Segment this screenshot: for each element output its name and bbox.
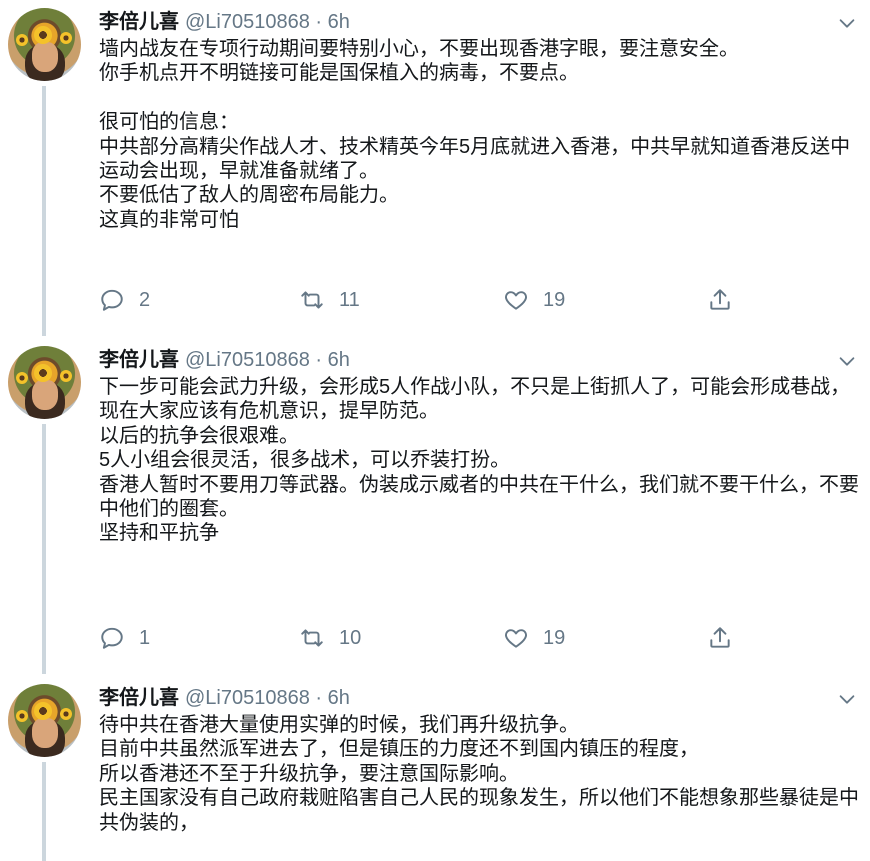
handle-and-time[interactable]: @Li70510868 · 6h xyxy=(185,11,350,33)
avatar[interactable] xyxy=(8,8,81,81)
tweet-text: 墙内战友在专项行动期间要特别小心，不要出现香港字眼，要注意安全。 你手机点开不明… xyxy=(99,38,851,231)
tweet-actions: 2 11 19 xyxy=(99,285,859,315)
handle-and-time[interactable]: @Li70510868 · 6h xyxy=(185,349,350,371)
reply-icon xyxy=(101,289,123,311)
avatar[interactable] xyxy=(8,346,81,419)
tweet-header: 李倍儿喜 @Li70510868 · 6h xyxy=(99,8,350,36)
reply-count: 2 xyxy=(139,288,151,311)
author-name[interactable]: 李倍儿喜 xyxy=(99,11,179,33)
share-button[interactable] xyxy=(707,285,733,315)
retweet-button[interactable]: 11 xyxy=(299,285,360,315)
author-name[interactable]: 李倍儿喜 xyxy=(99,687,179,709)
retweet-icon xyxy=(301,629,323,647)
tweet-text: 待中共在香港大量使用实弹的时候，我们再升级抗争。 目前中共虽然派军进去了，但是镇… xyxy=(99,714,859,834)
tweet-text: 下一步可能会武力升级，会形成5人作战小队，不只是上街抓人了，可能会形成巷战， 现… xyxy=(99,376,859,545)
share-button[interactable] xyxy=(707,623,733,653)
like-button[interactable]: 19 xyxy=(503,285,565,315)
author-name[interactable]: 李倍儿喜 xyxy=(99,349,179,371)
reply-count: 1 xyxy=(139,626,151,649)
retweet-count: 10 xyxy=(339,626,362,649)
chevron-down-icon[interactable] xyxy=(836,12,858,34)
avatar[interactable] xyxy=(8,684,81,757)
retweet-icon xyxy=(301,291,323,309)
tweet-header: 李倍儿喜 @Li70510868 · 6h xyxy=(99,684,350,712)
tweet-header: 李倍儿喜 @Li70510868 · 6h xyxy=(99,346,350,374)
retweet-count: 11 xyxy=(339,288,360,311)
retweet-button[interactable]: 10 xyxy=(299,623,361,653)
reply-icon xyxy=(101,627,123,649)
tweet[interactable]: 李倍儿喜 @Li70510868 · 6h 待中共在香港大量使用实弹的时候，我们再… xyxy=(0,684,870,861)
heart-icon xyxy=(505,291,527,310)
handle-and-time[interactable]: @Li70510868 · 6h xyxy=(185,687,350,709)
share-icon xyxy=(710,627,730,648)
like-button[interactable]: 19 xyxy=(503,623,565,653)
heart-icon xyxy=(505,629,527,648)
like-count: 19 xyxy=(543,288,566,311)
tweet[interactable]: 李倍儿喜 @Li70510868 · 6h 墙内战友在专项行动期间要特别小心，不要… xyxy=(0,8,870,338)
reply-button[interactable]: 2 xyxy=(99,285,150,315)
chevron-down-icon[interactable] xyxy=(836,688,858,710)
share-icon xyxy=(710,289,730,310)
tweet-actions: 1 10 19 xyxy=(99,623,859,653)
chevron-down-icon[interactable] xyxy=(836,350,858,372)
reply-button[interactable]: 1 xyxy=(99,623,150,653)
like-count: 19 xyxy=(543,626,566,649)
tweet[interactable]: 李倍儿喜 @Li70510868 · 6h 下一步可能会武力升级，会形成5人作战小… xyxy=(0,346,870,676)
